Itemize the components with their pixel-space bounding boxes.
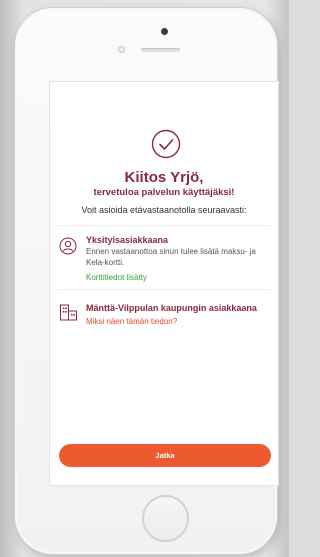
earpiece-icon (141, 48, 180, 52)
continue-button[interactable]: Jatka (59, 444, 271, 467)
option-title: Yksityisasiakkaana (86, 235, 169, 245)
intro-text: Voit asioida etävastaanotolla seuraavast… (81, 205, 247, 215)
phone-frame: Kiitos Yrjö, tervetuloa palvelun käyttäj… (15, 8, 279, 554)
divider (58, 289, 270, 290)
building-icon (60, 304, 77, 321)
home-button[interactable] (142, 495, 189, 542)
app-screen: Kiitos Yrjö, tervetuloa palvelun käyttäj… (49, 81, 279, 486)
divider (58, 225, 270, 226)
why-info-link[interactable]: Miksi näen tämän tiedon? (86, 317, 276, 326)
private-customer-option[interactable]: Yksityisasiakkaana Ennen vastaanottoa si… (86, 235, 274, 282)
welcome-title: Kiitos Yrjö, (124, 169, 204, 186)
option-title: Mänttä-Vilppulan kaupungin asiakkaana (86, 303, 257, 313)
card-status-text: Korttitiedot lisätty (86, 273, 147, 282)
speaker-icon (161, 28, 168, 35)
welcome-subtitle: tervetuloa palvelun käyttäjäksi! (93, 187, 235, 198)
option-description: Ennen vastaanottoa sinun tulee lisätä ma… (86, 247, 256, 267)
municipal-customer-option[interactable]: Mänttä-Vilppulan kaupungin asiakkaana Mi… (86, 303, 276, 326)
check-circle-icon (151, 129, 181, 159)
user-icon (59, 237, 77, 255)
front-camera-icon (118, 46, 125, 53)
